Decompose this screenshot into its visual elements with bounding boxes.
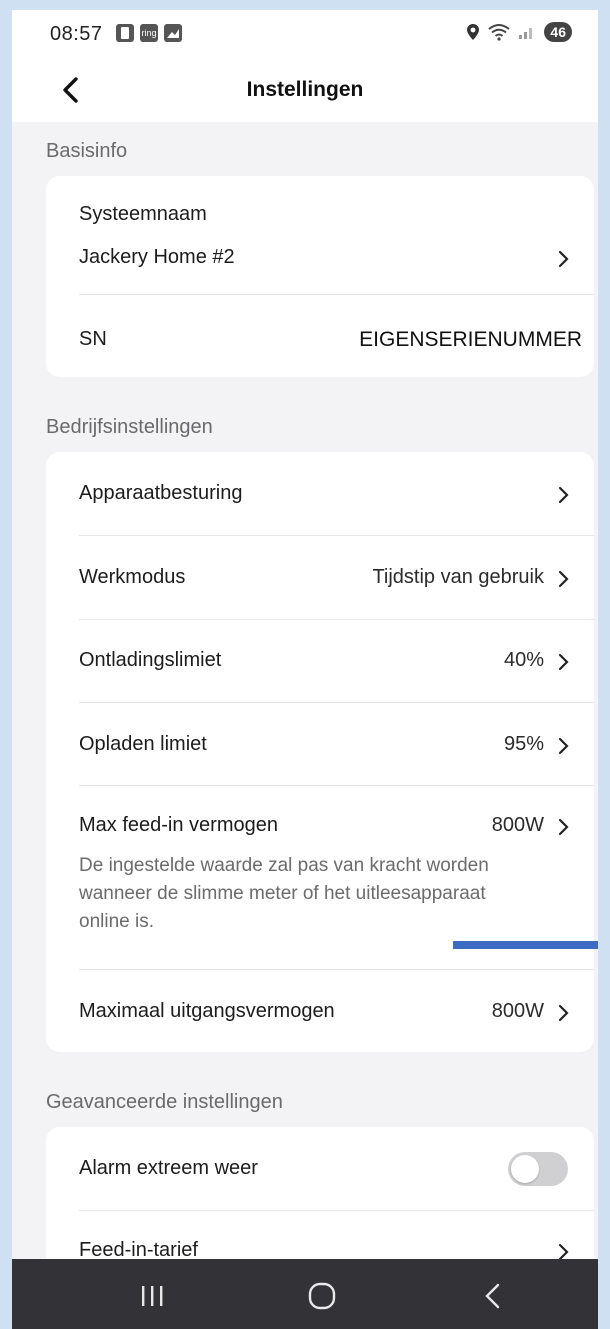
discharge-limit-value: 40% [503, 649, 544, 671]
recent-apps-button[interactable] [132, 1279, 172, 1313]
divider [79, 294, 594, 295]
top-bar: 08:57 ring 46 Instellingen [12, 10, 598, 122]
system-nav-bar [12, 1259, 598, 1329]
discharge-limit-row[interactable]: Ontladingslimiet 40% [79, 649, 570, 675]
nav-header: Instellingen [12, 66, 598, 116]
sn-row: SN EIGENSERIENUMMER [79, 328, 582, 354]
card-basisinfo: Systeemnaam Jackery Home #2 SN EIGENSERI… [46, 176, 594, 377]
home-icon [308, 1282, 336, 1310]
charge-limit-value: 95% [503, 733, 544, 755]
work-mode-row[interactable]: Werkmodus Tijdstip van gebruik [79, 566, 570, 592]
notification-icons: ring [116, 24, 182, 42]
chevron-right-icon [558, 737, 569, 755]
charge-limit-label: Opladen limiet [79, 733, 207, 755]
system-name-label-row: Systeemnaam [79, 203, 570, 229]
max-feedin-label: Max feed-in vermogen [79, 814, 278, 836]
system-name-label: Systeemnaam [79, 203, 207, 225]
chevron-right-icon [558, 1004, 569, 1022]
phone-icon [116, 24, 134, 42]
feedin-note-line: online is. [79, 911, 154, 932]
divider [79, 1210, 594, 1211]
photo-icon [164, 24, 182, 42]
ring-icon: ring [140, 24, 158, 42]
feedin-note: De ingestelde waarde zal pas van kracht … [79, 852, 579, 936]
section-title-basisinfo: Basisinfo [46, 140, 128, 162]
alarm-toggle[interactable] [508, 1152, 568, 1186]
work-mode-value: Tijdstip van gebruik [372, 566, 544, 588]
feedin-note-line: wanneer de slimme meter of het uitleesap… [79, 883, 486, 904]
card-operation: Apparaatbesturing Werkmodus Tijdstip van… [46, 452, 594, 1052]
signal-icon [519, 28, 533, 39]
section-title-operation: Bedrijfsinstellingen [46, 416, 213, 438]
status-right: 46 [466, 22, 572, 42]
divider [79, 535, 594, 536]
back-icon [485, 1283, 500, 1309]
chevron-right-icon [558, 653, 569, 671]
chevron-right-icon [558, 818, 569, 836]
discharge-limit-label: Ontladingslimiet [79, 649, 222, 671]
toggle-knob [511, 1155, 539, 1183]
battery-indicator: 46 [544, 22, 572, 42]
divider [79, 619, 594, 620]
feedin-note-line: De ingestelde waarde zal pas van kracht … [79, 855, 489, 876]
home-button[interactable] [302, 1279, 342, 1313]
max-output-label: Maximaal uitgangsvermogen [79, 1000, 335, 1022]
system-name-value: Jackery Home #2 [79, 246, 235, 268]
alarm-label: Alarm extreem weer [79, 1157, 258, 1179]
max-output-row[interactable]: Maximaal uitgangsvermogen 800W [79, 1000, 570, 1026]
page-title: Instellingen [246, 78, 364, 101]
wifi-icon [488, 24, 511, 41]
phone-screen: 08:57 ring 46 Instellingen Basisinfo Sys… [12, 10, 598, 1329]
chevron-right-icon [558, 570, 569, 588]
recent-apps-icon [142, 1286, 163, 1306]
divider [79, 702, 594, 703]
charge-limit-row[interactable]: Opladen limiet 95% [79, 733, 570, 759]
sn-label: SN [79, 328, 107, 350]
alarm-row: Alarm extreem weer [79, 1157, 570, 1191]
max-feedin-value: 800W [491, 814, 544, 836]
divider [79, 969, 594, 970]
status-time: 08:57 [50, 23, 103, 45]
chevron-right-icon [558, 486, 569, 504]
system-name-row[interactable]: Jackery Home #2 [79, 246, 570, 272]
divider [79, 785, 594, 786]
location-icon [467, 24, 480, 40]
system-back-button[interactable] [474, 1279, 514, 1313]
section-title-advanced: Geavanceerde instellingen [46, 1091, 283, 1113]
max-feedin-row[interactable]: Max feed-in vermogen 800W [79, 814, 570, 840]
annotation-mark [453, 941, 598, 949]
device-control-row[interactable]: Apparaatbesturing [79, 482, 570, 508]
max-output-value: 800W [491, 1000, 544, 1022]
device-control-label: Apparaatbesturing [79, 482, 243, 504]
work-mode-label: Werkmodus [79, 566, 186, 588]
status-bar: 08:57 ring 46 [12, 10, 598, 58]
sn-value: EIGENSERIENUMMER [359, 328, 582, 351]
chevron-right-icon [558, 250, 569, 268]
